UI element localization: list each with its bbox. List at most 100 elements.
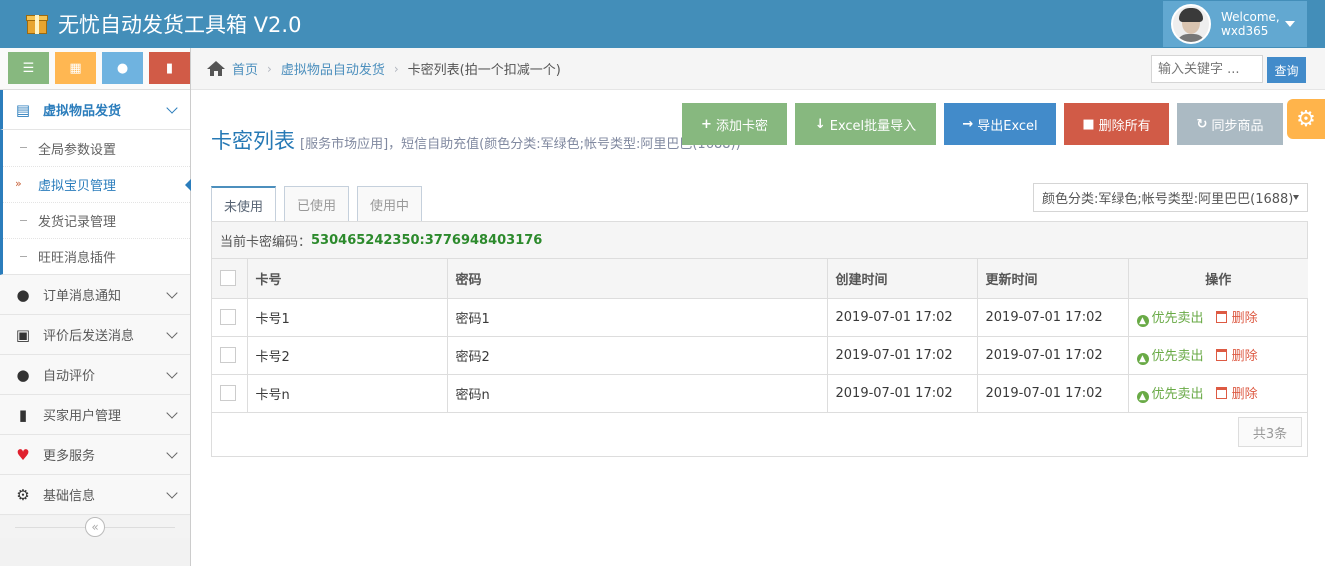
- submenu-item-delivery-records[interactable]: 发货记录管理: [3, 202, 190, 238]
- sidebar-item-label: 评价后发送消息: [43, 329, 135, 344]
- arrow-down-icon: ↓: [814, 116, 826, 132]
- avatar: [1171, 4, 1211, 44]
- sidebar-item-label: 买家用户管理: [43, 409, 122, 424]
- arrow-right-icon: →: [962, 116, 974, 132]
- comment-icon: ●: [16, 285, 30, 304]
- submenu-item-wangwang-plugin[interactable]: 旺旺消息插件: [3, 238, 190, 274]
- submenu-item-global-settings[interactable]: 全局参数设置: [3, 130, 190, 166]
- cell-updated: 2019-07-01 17:02: [977, 336, 1129, 375]
- sidebar-item-order-notify[interactable]: ● 订单消息通知: [0, 275, 190, 315]
- column-header-updated: 更新时间: [977, 259, 1129, 299]
- delete-all-button[interactable]: ■ 删除所有: [1064, 103, 1169, 145]
- priority-sell-link[interactable]: ▲ 优先卖出: [1136, 387, 1204, 403]
- package-icon: [26, 13, 48, 35]
- card-table: 卡号 密码 创建时间 更新时间 操作 卡号1 密码1 2019-07-01 17…: [212, 259, 1308, 413]
- table-row: 卡号1 密码1 2019-07-01 17:02 2019-07-01 17:0…: [212, 298, 1308, 337]
- sidebar-item-more-services[interactable]: ♥ 更多服务: [0, 435, 190, 475]
- trash-icon: [1215, 349, 1227, 361]
- pagination-total: 共3条: [1238, 417, 1302, 447]
- export-excel-button[interactable]: → 导出Excel: [944, 103, 1056, 145]
- shortcut-calendar-button[interactable]: ▦: [55, 52, 96, 84]
- row-checkbox[interactable]: [220, 385, 236, 401]
- cell-created: 2019-07-01 17:02: [827, 298, 978, 337]
- submenu-virtual-goods: 全局参数设置 » 虚拟宝贝管理 发货记录管理 旺旺消息插件: [0, 130, 191, 275]
- plus-icon: +: [701, 116, 712, 132]
- username: wxd365: [1221, 24, 1269, 38]
- chevron-down-icon: [166, 487, 178, 499]
- sidebar-item-auto-review[interactable]: ● 自动评价: [0, 355, 190, 395]
- cell-password: 密码n: [447, 374, 828, 413]
- caret-down-icon: [1285, 21, 1295, 27]
- sidebar-item-virtual-goods[interactable]: ▤ 虚拟物品发货: [0, 90, 190, 130]
- breadcrumb-home-link[interactable]: 首页: [232, 59, 258, 78]
- column-header-actions: 操作: [1128, 259, 1308, 299]
- status-tabs: 未使用 已使用 使用中: [211, 186, 430, 223]
- tab-used[interactable]: 已使用: [284, 186, 350, 222]
- shortcut-comment-button[interactable]: ●: [102, 52, 143, 84]
- priority-sell-link[interactable]: ▲ 优先卖出: [1136, 349, 1204, 365]
- chevron-down-icon: [166, 367, 178, 379]
- sidebar-item-review-message[interactable]: ▣ 评价后发送消息: [0, 315, 190, 355]
- user-menu[interactable]: Welcome, wxd365: [1163, 1, 1307, 47]
- settings-gear-icon[interactable]: ⚙: [1287, 99, 1325, 139]
- row-checkbox[interactable]: [220, 309, 236, 325]
- active-pointer-icon: [185, 179, 191, 191]
- page-subtitle: [服务市场应用]，短信自助充值(颜色分类:军绿色;帐号类型:阿里巴巴(1688)…: [300, 137, 741, 152]
- priority-sell-link[interactable]: ▲ 优先卖出: [1136, 311, 1204, 327]
- calendar-icon: ▦: [69, 60, 82, 76]
- submenu-item-virtual-items[interactable]: » 虚拟宝贝管理: [3, 166, 191, 202]
- credit-card-icon: ▤: [15, 100, 31, 119]
- refresh-icon: ↻: [1196, 116, 1208, 132]
- app-title: 无忧自动发货工具箱 V2.0: [58, 13, 302, 37]
- breadcrumb-level1-link[interactable]: 虚拟物品自动发货: [281, 59, 385, 78]
- arrow-up-circle-icon: ▲: [1136, 391, 1149, 403]
- add-card-button[interactable]: + 添加卡密: [682, 103, 787, 145]
- trash-icon: [1215, 387, 1227, 399]
- shortcut-book-button[interactable]: ▮: [149, 52, 190, 84]
- column-header-password: 密码: [447, 259, 828, 299]
- delete-link[interactable]: 删除: [1215, 349, 1258, 364]
- cell-created: 2019-07-01 17:02: [827, 374, 978, 413]
- sidebar: ☰ ▦ ● ▮ ▤ 虚拟物品发货 全局参数设置 » 虚拟宝贝管理 发货记录管理 …: [0, 48, 191, 566]
- row-checkbox[interactable]: [220, 347, 236, 363]
- search-button[interactable]: 查询: [1267, 57, 1306, 83]
- gift-icon: ▣: [15, 325, 31, 344]
- arrow-up-circle-icon: ▲: [1136, 353, 1149, 365]
- caret-down-icon: [1293, 195, 1299, 200]
- delete-link[interactable]: 删除: [1215, 387, 1258, 402]
- select-all-checkbox[interactable]: [220, 270, 236, 287]
- page-title: 卡密列表: [211, 129, 295, 153]
- sidebar-item-buyer-management[interactable]: ▮ 买家用户管理: [0, 395, 190, 435]
- page-header: 卡密列表 [服务市场应用]，短信自助充值(颜色分类:军绿色;帐号类型:阿里巴巴(…: [211, 125, 741, 155]
- card-code-value: 530465242350:3776948403176: [311, 232, 543, 248]
- shortcut-list-button[interactable]: ☰: [8, 52, 49, 84]
- sidebar-collapse-bar: «: [0, 516, 190, 538]
- current-card-code-bar: 当前卡密编码： 530465242350:3776948403176: [212, 222, 1307, 259]
- trash-icon: ■: [1082, 116, 1095, 132]
- cell-created: 2019-07-01 17:02: [827, 336, 978, 375]
- card-table-panel: 当前卡密编码： 530465242350:3776948403176 卡号 密码…: [211, 221, 1308, 457]
- sidebar-item-label: 自动评价: [43, 369, 96, 384]
- table-header-row: 卡号 密码 创建时间 更新时间 操作: [212, 259, 1308, 299]
- tab-unused[interactable]: 未使用: [211, 186, 277, 223]
- sku-filter-select[interactable]: 颜色分类:军绿色;帐号类型:阿里巴巴(1688): [1033, 183, 1308, 212]
- column-header-created: 创建时间: [827, 259, 978, 299]
- book-icon: ▮: [18, 405, 28, 424]
- sidebar-item-basic-info[interactable]: ⚙ 基础信息: [0, 475, 190, 515]
- sidebar-item-label: 虚拟物品发货: [43, 104, 122, 119]
- card-code-label: 当前卡密编码：: [220, 234, 312, 250]
- delete-link[interactable]: 删除: [1215, 311, 1258, 326]
- cell-card: 卡号2: [247, 336, 448, 375]
- sync-products-button[interactable]: ↻ 同步商品: [1177, 103, 1283, 145]
- excel-import-button[interactable]: ↓ Excel批量导入: [795, 103, 936, 145]
- search-input[interactable]: [1151, 55, 1263, 83]
- cell-password: 密码1: [447, 298, 828, 337]
- chevron-down-icon: [166, 287, 178, 299]
- top-navbar: 无忧自动发货工具箱 V2.0 Welcome, wxd365: [0, 0, 1325, 48]
- tab-in-use[interactable]: 使用中: [357, 186, 423, 222]
- double-angle-left-icon[interactable]: «: [85, 517, 105, 537]
- welcome-text: Welcome,: [1221, 10, 1280, 24]
- chevron-down-icon: [166, 102, 178, 114]
- sku-filter-value: 颜色分类:军绿色;帐号类型:阿里巴巴(1688): [1042, 192, 1294, 207]
- app-brand[interactable]: 无忧自动发货工具箱 V2.0: [26, 10, 301, 38]
